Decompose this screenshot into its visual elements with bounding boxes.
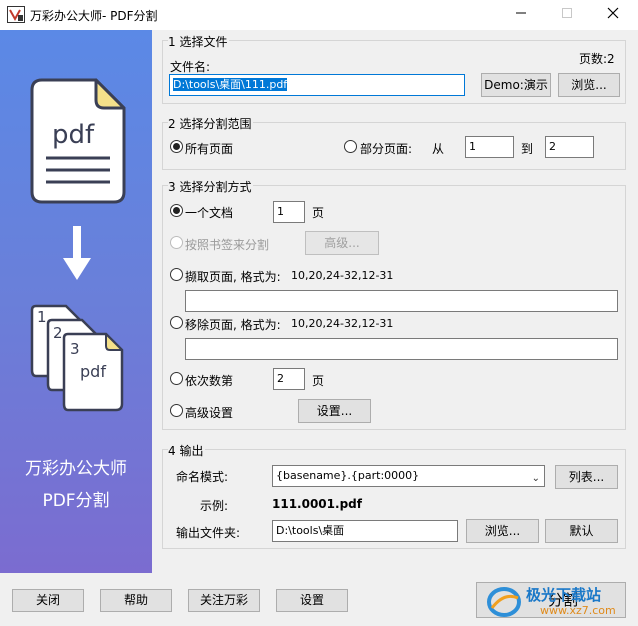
by-bookmark-radio — [170, 236, 183, 249]
file-name-label: 文件名: — [170, 60, 211, 74]
every-n-pages-radio[interactable] — [170, 372, 183, 385]
output-folder-label: 输出文件夹: — [176, 526, 241, 540]
extract-pages-label: 撷取页面, 格式为: — [185, 270, 281, 284]
browse-file-button[interactable]: 浏览... — [558, 73, 620, 97]
page-number-1: 1 — [37, 308, 47, 326]
by-bookmark-label: 按照书签来分割 — [185, 238, 270, 252]
page-number-2: 2 — [53, 324, 63, 342]
window-title: 万彩办公大师- PDF分割 — [30, 9, 158, 23]
partial-pages-radio[interactable] — [344, 140, 357, 153]
example-value: 111.0001.pdf — [272, 497, 362, 511]
all-pages-radio[interactable] — [170, 140, 183, 153]
file-name-input[interactable]: D:\tools\桌面\111.pdf — [169, 74, 465, 96]
remove-pages-radio[interactable] — [170, 316, 183, 329]
settings-button[interactable]: 设置 — [276, 589, 348, 612]
output-folder-input[interactable]: D:\tools\桌面 — [272, 520, 458, 542]
one-document-pages-input[interactable]: 1 — [273, 201, 305, 223]
extract-pages-radio[interactable] — [170, 268, 183, 281]
split-range-group-title: 2 选择分割范围 — [168, 115, 254, 132]
from-label: 从 — [432, 142, 445, 156]
from-page-input[interactable]: 1 — [465, 136, 514, 158]
page-count-label: 页数:2 — [579, 52, 615, 66]
title-bar: 万彩办公大师- PDF分割 — [0, 0, 638, 30]
to-label: 到 — [521, 142, 534, 156]
help-button[interactable]: 帮助 — [100, 589, 172, 612]
browse-folder-button[interactable]: 浏览... — [466, 519, 539, 543]
one-document-radio[interactable] — [170, 204, 183, 217]
example-label: 示例: — [200, 499, 229, 513]
all-pages-label: 所有页面 — [185, 142, 234, 156]
watermark-logo-icon — [487, 587, 521, 617]
close-window-button[interactable] — [590, 0, 636, 30]
advanced-settings-button[interactable]: 设置... — [298, 399, 371, 423]
output-group-title: 4 输出 — [168, 442, 206, 459]
maximize-button — [544, 0, 590, 30]
remove-format-hint: 10,20,24-32,12-31 — [291, 317, 394, 330]
sidebar-banner: pdf 1 2 3 pdf 万彩办公大师 PDF分割 — [0, 30, 152, 573]
file-name-value: D:\tools\桌面\111.pdf — [173, 78, 288, 91]
arrow-down-icon — [63, 226, 91, 280]
partial-pages-label: 部分页面: — [360, 142, 413, 156]
maximize-icon — [562, 8, 572, 18]
app-logo-icon — [7, 6, 25, 23]
naming-mode-select[interactable]: {basename}.{part:0000} ⌄ — [272, 465, 545, 487]
chevron-down-icon: ⌄ — [531, 473, 540, 484]
watermark: 极光下载站 www.xz7.com — [486, 582, 632, 622]
minimize-button[interactable] — [498, 0, 544, 30]
default-folder-button[interactable]: 默认 — [545, 519, 618, 543]
pdf-icon-label-small: pdf — [80, 362, 106, 381]
naming-mode-label: 命名模式: — [176, 470, 229, 484]
sidebar-caption-feature: PDF分割 — [42, 491, 110, 511]
extract-format-hint: 10,20,24-32,12-31 — [291, 269, 394, 282]
every-n-pages-unit: 页 — [312, 374, 325, 388]
one-document-label: 一个文档 — [185, 206, 234, 220]
minimize-icon — [516, 12, 526, 14]
split-method-group-title: 3 选择分割方式 — [168, 178, 254, 195]
pdf-split-window: 万彩办公大师- PDF分割 pdf 1 2 3 pdf 万彩办公大师 PDF分割… — [0, 0, 638, 626]
close-icon — [607, 7, 619, 19]
select-file-group-title: 1 选择文件 — [168, 33, 230, 50]
extract-pages-input[interactable] — [185, 290, 618, 312]
naming-list-button[interactable]: 列表... — [555, 465, 618, 489]
bookmark-advanced-button: 高级... — [305, 231, 379, 255]
close-button[interactable]: 关闭 — [12, 589, 84, 612]
naming-mode-value: {basename}.{part:0000} — [276, 469, 420, 482]
to-page-input[interactable]: 2 — [545, 136, 594, 158]
watermark-url: www.xz7.com — [540, 604, 616, 617]
remove-pages-label: 移除页面, 格式为: — [185, 318, 281, 332]
advanced-settings-radio[interactable] — [170, 404, 183, 417]
one-document-unit: 页 — [312, 206, 325, 220]
every-n-pages-input[interactable]: 2 — [273, 368, 305, 390]
page-number-3: 3 — [70, 340, 80, 358]
watermark-brand: 极光下载站 — [526, 586, 602, 604]
sidebar-caption-brand: 万彩办公大师 — [25, 459, 127, 479]
remove-pages-input[interactable] — [185, 338, 618, 360]
every-n-pages-label: 依次数第 — [185, 374, 234, 388]
pdf-icon-label: pdf — [52, 120, 95, 150]
demo-button[interactable]: Demo:演示 — [481, 73, 551, 97]
advanced-settings-label: 高级设置 — [185, 406, 234, 420]
follow-button[interactable]: 关注万彩 — [188, 589, 260, 612]
